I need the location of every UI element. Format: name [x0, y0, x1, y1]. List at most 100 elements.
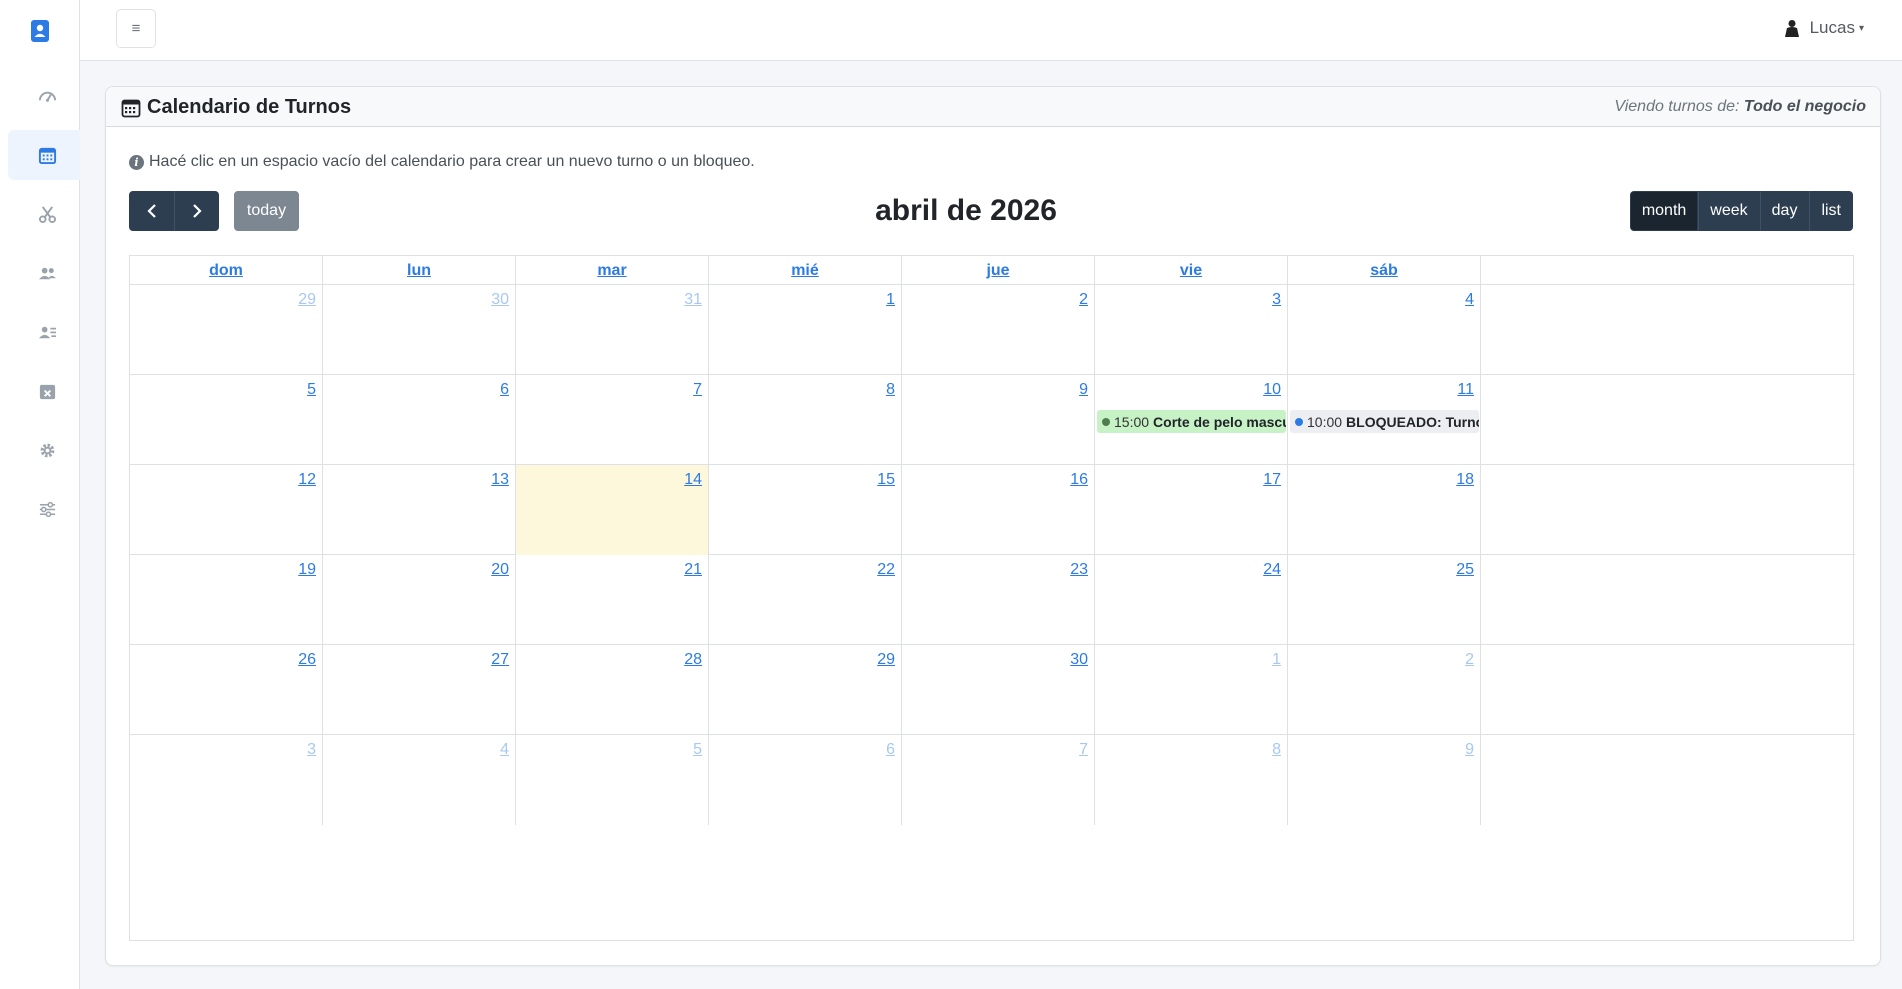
day-cell[interactable]: 5	[130, 375, 323, 465]
day-number-link[interactable]: 5	[307, 381, 316, 399]
day-cell[interactable]: 29	[709, 645, 902, 735]
day-cell[interactable]: 9	[1288, 735, 1481, 825]
day-header-link[interactable]: dom	[209, 262, 243, 280]
day-cell[interactable]: 11 10:00BLOQUEADO: Turno medic	[1288, 375, 1481, 465]
day-number-link[interactable]: 10	[1263, 381, 1281, 399]
day-cell[interactable]: 17	[1095, 465, 1288, 555]
day-cell[interactable]: 1	[1095, 645, 1288, 735]
day-number-link[interactable]: 18	[1456, 471, 1474, 489]
day-header-link[interactable]: sáb	[1370, 262, 1398, 280]
day-cell[interactable]: 3	[1095, 285, 1288, 375]
day-number-link[interactable]: 9	[1465, 741, 1474, 759]
day-cell[interactable]: 5	[516, 735, 709, 825]
day-cell[interactable]: 30	[323, 285, 516, 375]
day-number-link[interactable]: 1	[886, 291, 895, 309]
day-cell[interactable]: 6	[709, 735, 902, 825]
sidebar-item-preferences[interactable]	[0, 484, 80, 534]
day-number-link[interactable]: 30	[1070, 651, 1088, 669]
day-number-link[interactable]: 29	[298, 291, 316, 309]
sidebar-item-services[interactable]	[0, 189, 80, 239]
view-week-button[interactable]: week	[1698, 191, 1760, 231]
day-cell[interactable]: 13	[323, 465, 516, 555]
day-cell[interactable]: 12	[130, 465, 323, 555]
sidebar-item-clients[interactable]	[0, 248, 80, 298]
day-cell[interactable]: 29	[130, 285, 323, 375]
day-number-link[interactable]: 6	[886, 741, 895, 759]
day-number-link[interactable]: 4	[1465, 291, 1474, 309]
day-cell[interactable]: 2	[1288, 645, 1481, 735]
sidebar-item-calendar[interactable]	[8, 130, 80, 180]
day-number-link[interactable]: 3	[307, 741, 316, 759]
day-number-link[interactable]: 2	[1079, 291, 1088, 309]
day-number-link[interactable]: 16	[1070, 471, 1088, 489]
day-header-link[interactable]: jue	[986, 262, 1009, 280]
day-cell[interactable]: 24	[1095, 555, 1288, 645]
day-cell[interactable]: 7	[516, 375, 709, 465]
day-number-link[interactable]: 13	[491, 471, 509, 489]
day-number-link[interactable]: 1	[1272, 651, 1281, 669]
day-cell[interactable]: 30	[902, 645, 1095, 735]
day-cell[interactable]: 15	[709, 465, 902, 555]
day-number-link[interactable]: 7	[1079, 741, 1088, 759]
day-cell[interactable]: 26	[130, 645, 323, 735]
day-number-link[interactable]: 9	[1079, 381, 1088, 399]
day-cell[interactable]: 20	[323, 555, 516, 645]
calendar-event[interactable]: 15:00Corte de pelo masculino -	[1097, 410, 1286, 433]
day-number-link[interactable]: 8	[886, 381, 895, 399]
view-day-button[interactable]: day	[1759, 191, 1810, 231]
day-number-link[interactable]: 11	[1457, 381, 1474, 399]
day-header-link[interactable]: lun	[407, 262, 431, 280]
day-number-link[interactable]: 30	[491, 291, 509, 309]
day-number-link[interactable]: 5	[693, 741, 702, 759]
day-header-link[interactable]: mié	[791, 262, 819, 280]
day-cell[interactable]: 31	[516, 285, 709, 375]
day-cell[interactable]: 8	[709, 375, 902, 465]
day-number-link[interactable]: 6	[500, 381, 509, 399]
day-cell[interactable]: 3	[130, 735, 323, 825]
day-cell[interactable]: 2	[902, 285, 1095, 375]
day-cell[interactable]: 27	[323, 645, 516, 735]
day-number-link[interactable]: 24	[1263, 561, 1281, 579]
user-menu[interactable]: Lucas ▾	[1784, 18, 1864, 38]
day-cell[interactable]: 1	[709, 285, 902, 375]
day-header-link[interactable]: mar	[597, 262, 626, 280]
sidebar-item-dashboard[interactable]	[0, 71, 80, 121]
day-number-link[interactable]: 2	[1465, 651, 1474, 669]
day-cell-today[interactable]: 14	[516, 465, 709, 555]
day-number-link[interactable]: 26	[298, 651, 316, 669]
day-cell[interactable]: 23	[902, 555, 1095, 645]
day-cell[interactable]: 7	[902, 735, 1095, 825]
sidebar-item-blocks[interactable]	[0, 366, 80, 416]
day-cell[interactable]: 22	[709, 555, 902, 645]
day-number-link[interactable]: 27	[491, 651, 509, 669]
day-number-link[interactable]: 3	[1272, 291, 1281, 309]
day-cell[interactable]: 4	[1288, 285, 1481, 375]
day-cell[interactable]: 25	[1288, 555, 1481, 645]
day-number-link[interactable]: 23	[1070, 561, 1088, 579]
view-month-button[interactable]: month	[1629, 191, 1699, 231]
day-number-link[interactable]: 28	[684, 651, 702, 669]
view-list-button[interactable]: list	[1809, 191, 1853, 231]
day-cell[interactable]: 21	[516, 555, 709, 645]
day-number-link[interactable]: 19	[298, 561, 316, 579]
day-number-link[interactable]: 15	[877, 471, 895, 489]
day-number-link[interactable]: 14	[684, 471, 702, 489]
day-cell[interactable]: 4	[323, 735, 516, 825]
day-number-link[interactable]: 20	[491, 561, 509, 579]
day-cell[interactable]: 9	[902, 375, 1095, 465]
day-cell[interactable]: 8	[1095, 735, 1288, 825]
calendar-event[interactable]: 10:00BLOQUEADO: Turno medic	[1290, 410, 1479, 433]
day-number-link[interactable]: 4	[500, 741, 509, 759]
day-cell[interactable]: 19	[130, 555, 323, 645]
sidebar-item-staff[interactable]	[0, 307, 80, 357]
app-logo[interactable]	[0, 0, 80, 62]
sidebar-item-settings[interactable]	[0, 425, 80, 475]
day-cell[interactable]: 6	[323, 375, 516, 465]
day-header-link[interactable]: vie	[1180, 262, 1202, 280]
day-number-link[interactable]: 12	[298, 471, 316, 489]
day-number-link[interactable]: 25	[1456, 561, 1474, 579]
day-cell[interactable]: 16	[902, 465, 1095, 555]
day-number-link[interactable]: 29	[877, 651, 895, 669]
day-number-link[interactable]: 22	[877, 561, 895, 579]
day-cell[interactable]: 10 15:00Corte de pelo masculino -	[1095, 375, 1288, 465]
